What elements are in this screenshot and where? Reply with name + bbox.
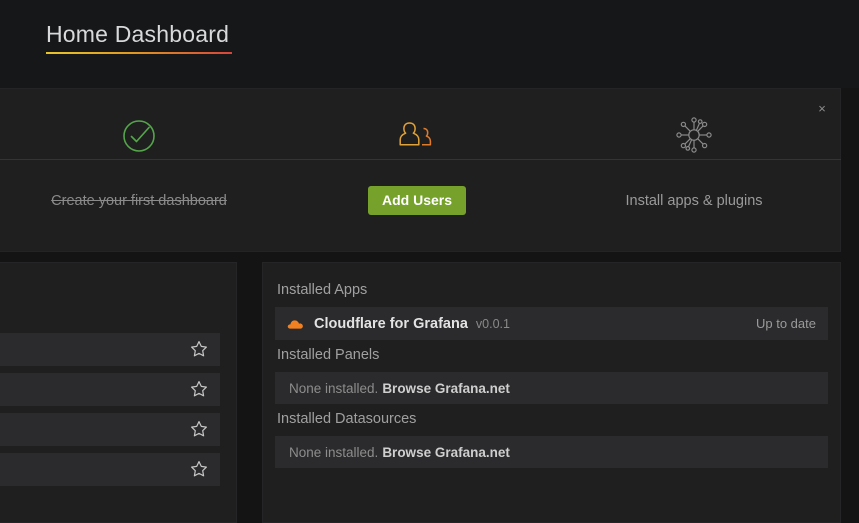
list-item[interactable] (0, 333, 220, 366)
step-icon-wrapper (39, 107, 239, 163)
browse-grafana-net-link[interactable]: Browse Grafana.net (382, 445, 510, 460)
step-label: Create your first dashboard (39, 193, 239, 209)
installed-panels-title: Installed Panels (277, 347, 828, 363)
step-icon-wrapper (594, 107, 794, 163)
installed-datasources-title: Installed Datasources (277, 411, 828, 427)
list-item[interactable] (0, 453, 220, 486)
cloudflare-cloud-icon (287, 317, 305, 331)
top-header-bar: Home Dashboard (0, 0, 859, 88)
step-icon-wrapper (317, 107, 517, 163)
installed-apps-title: Installed Apps (277, 282, 828, 298)
star-outline-icon[interactable] (190, 460, 208, 478)
getting-started-step-create-dashboard[interactable]: Create your first dashboard (39, 107, 239, 209)
empty-text: None installed. (289, 445, 378, 460)
check-circle-icon (111, 115, 167, 155)
dashboard-list-panel (0, 262, 237, 523)
dashboard-lower-region: Installed Apps Cloudflare for Grafana v0… (0, 262, 859, 523)
app-update-status: Up to date (756, 316, 816, 331)
title-underline-accent (46, 52, 232, 54)
installed-panels-empty-row: None installed. Browse Grafana.net (275, 372, 828, 404)
installed-app-row-cloudflare[interactable]: Cloudflare for Grafana v0.0.1 Up to date (275, 307, 828, 340)
app-version: v0.0.1 (476, 317, 510, 331)
app-name: Cloudflare for Grafana (314, 316, 468, 332)
star-outline-icon[interactable] (190, 420, 208, 438)
getting-started-step-add-users[interactable]: Add Users (317, 107, 517, 215)
empty-text: None installed. (289, 381, 378, 396)
getting-started-step-install-plugins[interactable]: Install apps & plugins (594, 107, 794, 209)
getting-started-panel: × Create your first dashboard (0, 88, 841, 252)
star-outline-icon[interactable] (190, 380, 208, 398)
dashboard-title-block: Home Dashboard (46, 20, 232, 54)
add-users-button[interactable]: Add Users (368, 186, 466, 215)
browse-grafana-net-link[interactable]: Browse Grafana.net (382, 381, 510, 396)
star-outline-icon[interactable] (190, 340, 208, 358)
installed-plugins-panel: Installed Apps Cloudflare for Grafana v0… (262, 262, 841, 523)
getting-started-steps: Create your first dashboard Add Users (0, 89, 841, 253)
page-title: Home Dashboard (46, 20, 232, 48)
list-item[interactable] (0, 413, 220, 446)
installed-datasources-empty-row: None installed. Browse Grafana.net (275, 436, 828, 468)
list-item[interactable] (0, 373, 220, 406)
plugins-hub-icon (663, 113, 725, 157)
users-icon (387, 115, 447, 155)
step-label: Install apps & plugins (594, 193, 794, 209)
